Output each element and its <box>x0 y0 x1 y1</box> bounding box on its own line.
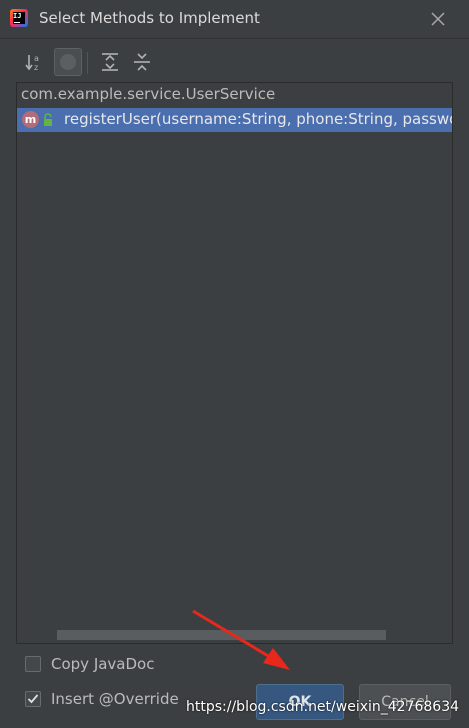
checkmark-icon <box>27 694 39 704</box>
horizontal-scrollbar[interactable] <box>57 630 386 640</box>
show-classes-icon <box>60 54 76 70</box>
public-lock-icon <box>44 113 52 126</box>
collapse-all-icon[interactable] <box>128 48 156 76</box>
copy-javadoc-checkbox[interactable] <box>25 656 41 672</box>
toolbar: a z <box>0 48 469 80</box>
method-signature: registerUser(username:String, phone:Stri… <box>64 110 453 128</box>
class-node[interactable]: com.example.service.UserService <box>21 85 275 103</box>
dialog-title: Select Methods to Implement <box>39 9 260 27</box>
close-icon[interactable] <box>428 9 448 29</box>
copy-javadoc-label: Copy JavaDoc <box>51 655 155 673</box>
method-row[interactable]: m registerUser(username:String, phone:St… <box>17 108 453 132</box>
insert-override-label: Insert @Override <box>51 690 179 708</box>
insert-override-checkbox[interactable] <box>25 691 41 707</box>
title-bar: IJ Select Methods to Implement <box>0 0 469 39</box>
svg-text:z: z <box>34 63 38 72</box>
toolbar-separator <box>87 52 88 74</box>
expand-all-icon[interactable] <box>96 48 124 76</box>
intellij-logo-icon: IJ <box>10 9 28 27</box>
sort-alphabetically-icon[interactable]: a z <box>22 48 50 76</box>
methods-tree[interactable]: com.example.service.UserService m regist… <box>16 82 453 644</box>
show-classes-button[interactable] <box>54 48 82 76</box>
svg-text:a: a <box>34 54 39 63</box>
watermark: https://blog.csdn.net/weixin_42768634 <box>186 699 460 715</box>
method-icon: m <box>22 111 39 128</box>
